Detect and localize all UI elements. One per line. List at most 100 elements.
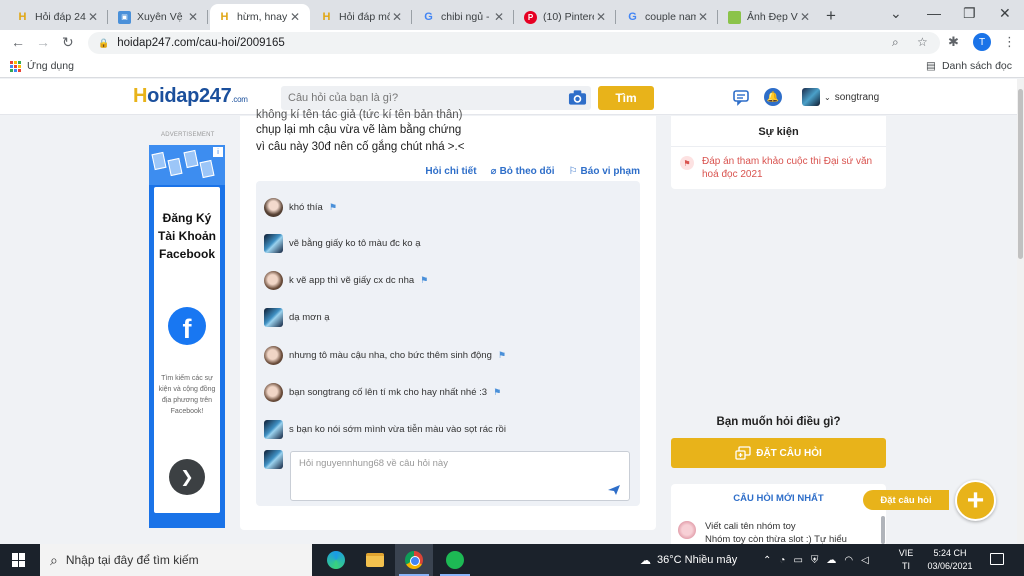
extensions-icon[interactable]: ✱ [948, 34, 959, 50]
taskbar-search-input[interactable]: ⌕ Nhập tại đây để tìm kiếm [40, 544, 312, 576]
page-scrollbar[interactable] [1017, 79, 1024, 544]
tab-2[interactable]: ▣ Xuyên Vệ Lê ✕ [110, 4, 208, 30]
reading-list-button[interactable]: ▤ Danh sách đọc [926, 60, 1012, 72]
reading-list-label: Danh sách đọc [941, 60, 1012, 72]
avatar[interactable] [264, 420, 283, 439]
tab-7[interactable]: G couple nam ✕ [618, 4, 718, 30]
ask-question-button[interactable]: ĐẶT CÂU HỎI [671, 438, 886, 468]
speaker-icon[interactable]: ◁ [861, 555, 869, 566]
newest-question-text[interactable]: Nhóm toy còn thừa slot :) Tự hiểu [705, 534, 847, 544]
chevron-up-icon[interactable]: ⌃ [763, 555, 771, 566]
back-icon[interactable]: ← [11, 34, 25, 50]
apps-grid-icon [10, 60, 21, 72]
ad-next-button[interactable]: ❯ [169, 459, 205, 495]
avatar[interactable] [264, 308, 283, 327]
events-panel: Sự kiện ⚑ Đáp án tham khảo cuộc thi Đại … [671, 116, 886, 189]
google-icon: G [628, 11, 637, 23]
chat-icon[interactable] [732, 88, 750, 106]
avatar[interactable] [264, 383, 283, 402]
newest-question-text[interactable]: Viết cali tên nhóm toy [705, 521, 796, 532]
wifi-icon[interactable]: ◠ [844, 555, 853, 566]
tab-close-icon[interactable]: ✕ [86, 10, 100, 24]
avatar[interactable] [264, 198, 283, 217]
reply-input[interactable]: Hỏi nguyennhung68 về câu hỏi này [290, 451, 630, 501]
tab-1[interactable]: H Hỏi đáp 247 ✕ [8, 4, 108, 30]
tab-close-icon[interactable]: ✕ [696, 10, 710, 24]
report-flag-icon[interactable]: ⚑ [329, 202, 337, 213]
hoidap-icon: H [322, 11, 331, 23]
unfollow-link[interactable]: ⌀ Bỏ theo dõi [491, 166, 555, 177]
tab-close-icon[interactable]: ✕ [186, 10, 200, 24]
reply-placeholder: Hỏi nguyennhung68 về câu hỏi này [299, 458, 448, 469]
search-input[interactable]: Câu hỏi của bạn là gì? [281, 86, 591, 110]
report-flag-icon[interactable]: ⚑ [420, 275, 428, 286]
spotify-app[interactable] [436, 544, 474, 576]
ad-info-icon[interactable]: i [213, 147, 223, 157]
windows-start-icon[interactable] [12, 553, 26, 567]
ask-question-label: ĐẶT CÂU HỎI [756, 447, 822, 459]
zoom-icon[interactable]: ⌕ [892, 35, 899, 50]
apps-shortcut[interactable]: Ứng dụng [10, 60, 74, 72]
tab-close-icon[interactable]: ✕ [798, 10, 812, 24]
restore-icon[interactable]: ❐ [963, 5, 976, 22]
camera-icon[interactable] [568, 89, 587, 106]
report-flag-icon[interactable]: ⚑ [498, 350, 506, 361]
comment-item: k vẽ app thì vẽ giấy cx dc nha ⚑ [264, 271, 428, 290]
language-indicator[interactable]: VIE TI [892, 547, 920, 573]
tab-4[interactable]: H Hỏi đáp mô ✕ [312, 4, 412, 30]
avatar[interactable] [264, 234, 283, 253]
hoidap-icon: H [220, 11, 229, 23]
tab-close-icon[interactable]: ✕ [594, 10, 608, 24]
chevron-down-icon: ⌄ [824, 92, 831, 102]
facebook-ad[interactable]: i Đăng Ký Tài Khoản Facebook f Tìm kiếm … [149, 145, 225, 528]
clock[interactable]: 5:24 CH 03/06/2021 [918, 547, 982, 573]
minimize-icon[interactable]: — [927, 5, 941, 21]
bookmark-star-icon[interactable]: ☆ [917, 35, 928, 49]
scrollbar-thumb[interactable] [1018, 89, 1023, 259]
send-icon[interactable] [607, 484, 621, 496]
user-menu[interactable]: ⌄ songtrang [802, 88, 879, 106]
tab-8[interactable]: Ảnh Đẹp Về ✕ [720, 4, 820, 30]
ask-detail-link[interactable]: Hỏi chi tiết [425, 166, 476, 177]
comment-text: s bạn ko nói sớm mình vừa tiễn màu vào s… [289, 424, 506, 435]
google-icon: G [424, 11, 433, 23]
edge-app[interactable] [317, 544, 355, 576]
facebook-icon: f [168, 307, 206, 345]
tab-search-icon[interactable]: ⌄ [890, 5, 902, 22]
site-logo[interactable]: Hoidap247.com [133, 85, 248, 108]
new-tab-button[interactable]: + [826, 6, 836, 26]
reload-icon[interactable]: ↻ [62, 34, 74, 51]
tab-close-icon[interactable]: ✕ [492, 10, 506, 24]
tab-close-icon[interactable]: ✕ [390, 10, 404, 24]
forward-icon[interactable]: → [36, 34, 50, 50]
profile-avatar[interactable]: T [973, 33, 991, 51]
file-explorer-app[interactable] [356, 544, 394, 576]
floating-ask-button[interactable]: + [955, 480, 996, 521]
address-bar[interactable]: 🔒 hoidap247.com/cau-hoi/2009165 ⌕ ☆ [88, 32, 940, 54]
search-button[interactable]: Tìm [598, 86, 654, 110]
network-icon[interactable]: ◔ [779, 555, 785, 566]
panel-scrollbar[interactable] [881, 516, 885, 544]
question-actions: Hỏi chi tiết ⌀ Bỏ theo dõi ⚐ Báo vi phạm [240, 166, 640, 177]
weather-widget[interactable]: ☁ 36°C Nhiều mây [640, 544, 737, 576]
event-link[interactable]: Đáp án tham khảo cuộc thi Đại sứ văn hoá… [702, 155, 877, 181]
report-flag-icon[interactable]: ⚑ [493, 387, 501, 398]
report-label: Báo vi phạm [580, 166, 640, 177]
avatar[interactable] [264, 346, 283, 365]
notification-icon[interactable] [990, 553, 1004, 565]
report-link[interactable]: ⚐ Báo vi phạm [569, 166, 640, 177]
menu-icon[interactable]: ⋮ [1003, 34, 1016, 50]
cloud-sync-icon[interactable]: ☁ [826, 555, 836, 566]
tab-close-icon[interactable]: ✕ [288, 10, 302, 24]
tab-3-active[interactable]: H hừm, hnay ✕ [210, 4, 310, 30]
chrome-app[interactable] [395, 544, 433, 576]
tab-5[interactable]: G chibi ngủ - ✕ [414, 4, 514, 30]
security-icon[interactable]: ⛨ [811, 555, 819, 566]
avatar[interactable] [264, 271, 283, 290]
tab-6[interactable]: P (10) Pintere ✕ [516, 4, 616, 30]
bell-icon[interactable]: 🔔 [764, 88, 782, 106]
close-window-icon[interactable]: ✕ [999, 5, 1011, 22]
battery-icon[interactable]: ▭ [793, 555, 802, 566]
newest-questions-panel: CÂU HỎI MỚI NHẤT Viết cali tên nhóm toy … [671, 484, 886, 544]
floating-ask-label[interactable]: Đặt câu hỏi [863, 490, 949, 510]
